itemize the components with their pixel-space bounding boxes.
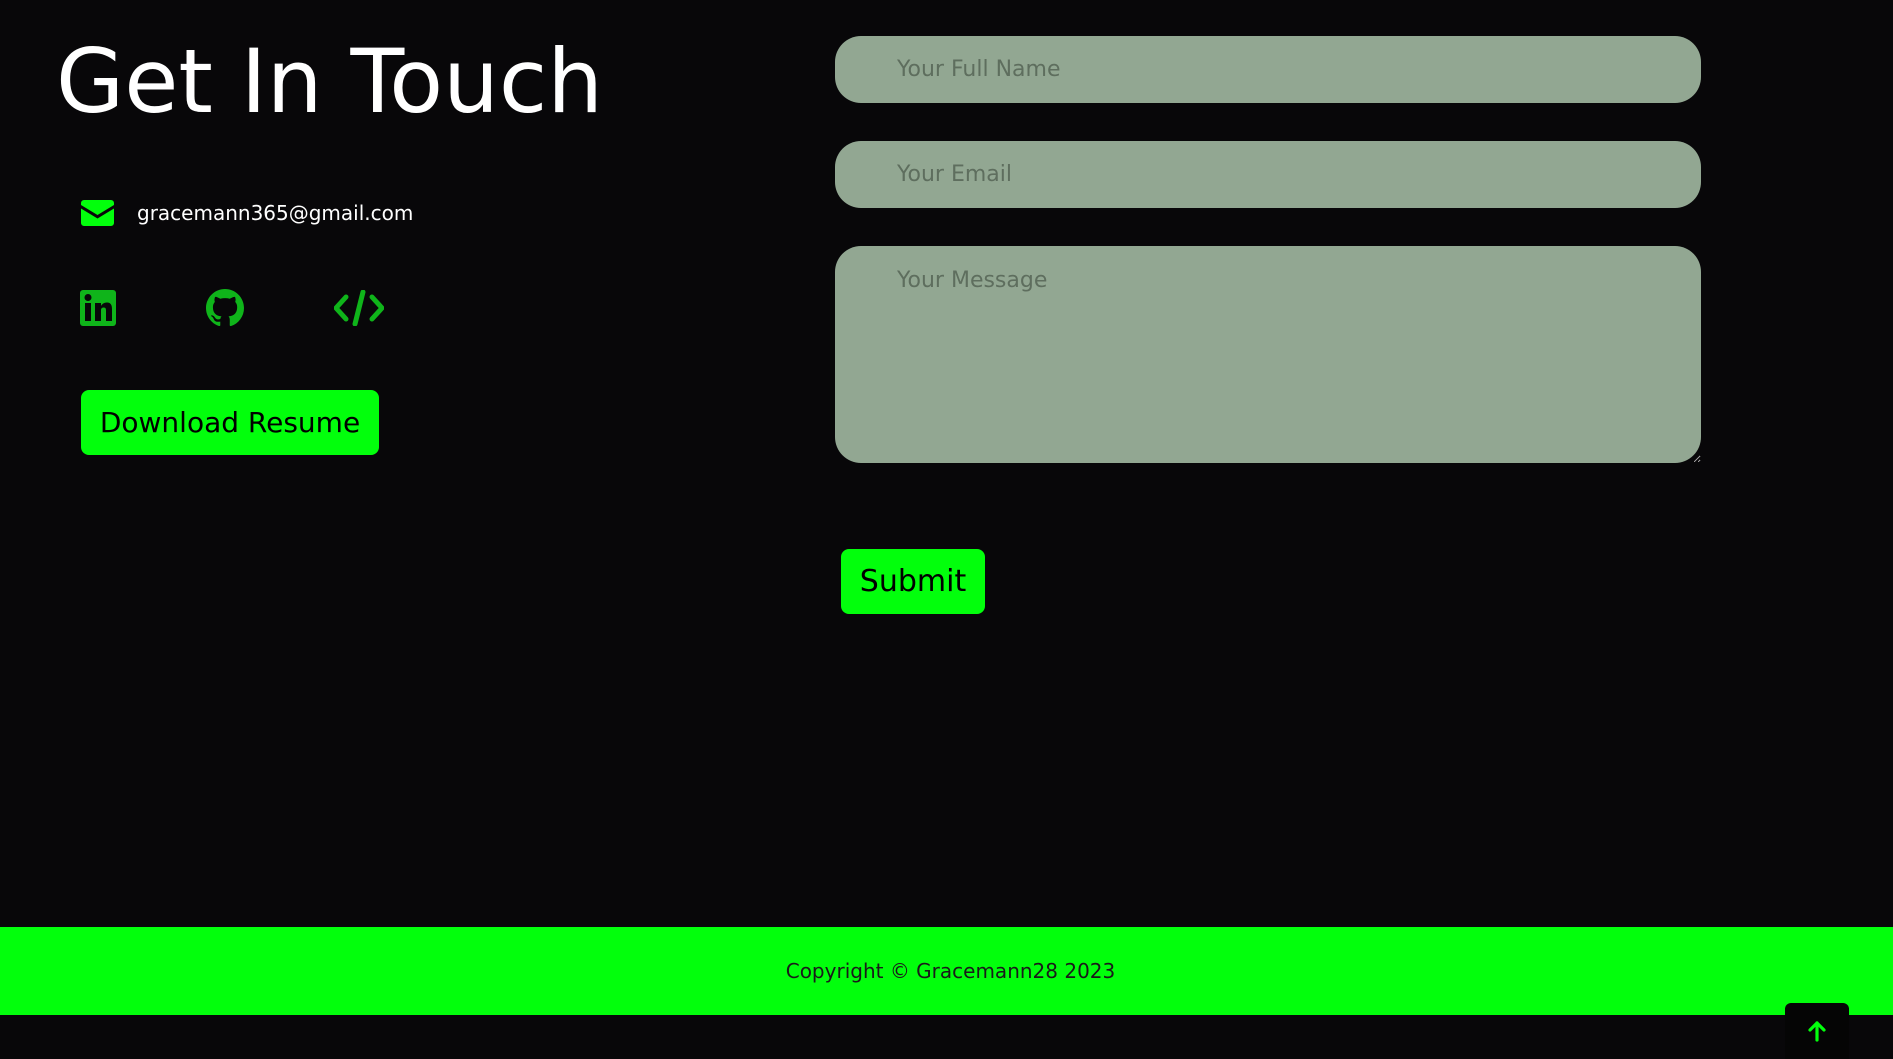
envelope-icon xyxy=(81,200,114,226)
contact-section: Get In Touch gracemann365@gmail.com Down… xyxy=(0,0,1893,927)
email-input[interactable] xyxy=(835,141,1701,208)
github-icon xyxy=(206,289,244,327)
linkedin-link[interactable] xyxy=(80,288,116,328)
message-textarea[interactable] xyxy=(835,246,1701,463)
contact-info-column: Get In Touch gracemann365@gmail.com Down… xyxy=(0,0,800,600)
email-row: gracemann365@gmail.com xyxy=(81,196,413,230)
page-title: Get In Touch xyxy=(56,30,604,133)
scroll-to-top-button[interactable] xyxy=(1785,1003,1849,1059)
code-link[interactable] xyxy=(334,288,384,328)
footer: Copyright © Gracemann28 2023 xyxy=(0,927,1893,1015)
submit-button[interactable]: Submit xyxy=(841,549,985,614)
social-links xyxy=(80,288,384,328)
email-address: gracemann365@gmail.com xyxy=(137,201,414,225)
arrow-up-icon xyxy=(1808,1021,1826,1042)
full-name-input[interactable] xyxy=(835,36,1701,103)
copyright-text: Copyright © Gracemann28 2023 xyxy=(785,959,1116,983)
code-icon xyxy=(334,290,384,326)
github-link[interactable] xyxy=(206,288,244,328)
page-bottom xyxy=(0,1015,1893,1059)
download-resume-button[interactable]: Download Resume xyxy=(81,390,379,455)
linkedin-icon xyxy=(80,290,116,326)
